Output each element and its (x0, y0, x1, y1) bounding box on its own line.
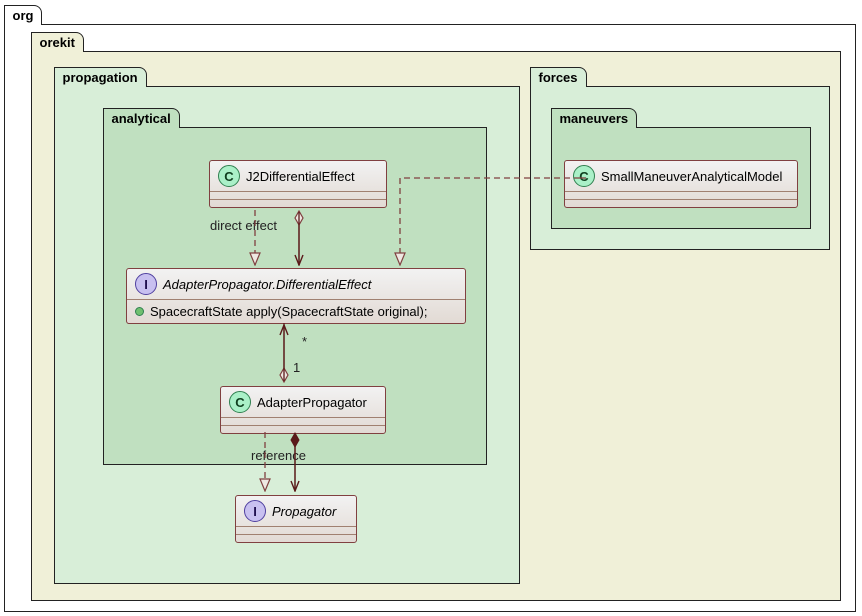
package-orekit: orekit propagation analytical C J2Differ… (31, 51, 841, 601)
package-org-tab: org (4, 5, 43, 25)
package-forces: forces maneuvers C SmallManeuverAnalytic… (530, 86, 830, 250)
label-direct-effect: direct effect (210, 218, 277, 233)
package-org: org orekit propagation analytical C J2Di… (4, 24, 856, 612)
package-orekit-tab: orekit (31, 32, 84, 52)
package-propagation-tab: propagation (54, 67, 147, 87)
label-reference: reference (251, 448, 306, 463)
interface-name: AdapterPropagator.DifferentialEffect (163, 277, 371, 292)
package-maneuvers-tab: maneuvers (551, 108, 638, 128)
class-name: J2DifferentialEffect (246, 169, 355, 184)
class-name: AdapterPropagator (257, 395, 367, 410)
label-star: * (302, 334, 307, 349)
package-maneuvers: maneuvers C SmallManeuverAnalyticalModel (551, 127, 811, 229)
class-adapterpropagator: C AdapterPropagator (220, 386, 386, 434)
package-forces-tab: forces (530, 67, 587, 87)
method-visibility-icon (135, 307, 144, 316)
class-badge-icon: C (229, 391, 251, 413)
class-badge-icon: C (218, 165, 240, 187)
interface-differentialeffect: I AdapterPropagator.DifferentialEffect S… (126, 268, 466, 324)
class-j2differentialeffect: C J2DifferentialEffect (209, 160, 387, 208)
label-one: 1 (293, 360, 300, 375)
interface-badge-icon: I (244, 500, 266, 522)
package-analytical-tab: analytical (103, 108, 180, 128)
method-signature: SpacecraftState apply(SpacecraftState or… (150, 304, 427, 319)
interface-name: Propagator (272, 504, 336, 519)
interface-propagator: I Propagator (235, 495, 357, 543)
package-analytical: analytical C J2DifferentialEffect I (103, 127, 487, 465)
interface-badge-icon: I (135, 273, 157, 295)
class-name: SmallManeuverAnalyticalModel (601, 169, 782, 184)
package-propagation: propagation analytical C J2DifferentialE… (54, 86, 520, 584)
class-smallmaneuveranalyticalmodel: C SmallManeuverAnalyticalModel (564, 160, 798, 208)
class-badge-icon: C (573, 165, 595, 187)
